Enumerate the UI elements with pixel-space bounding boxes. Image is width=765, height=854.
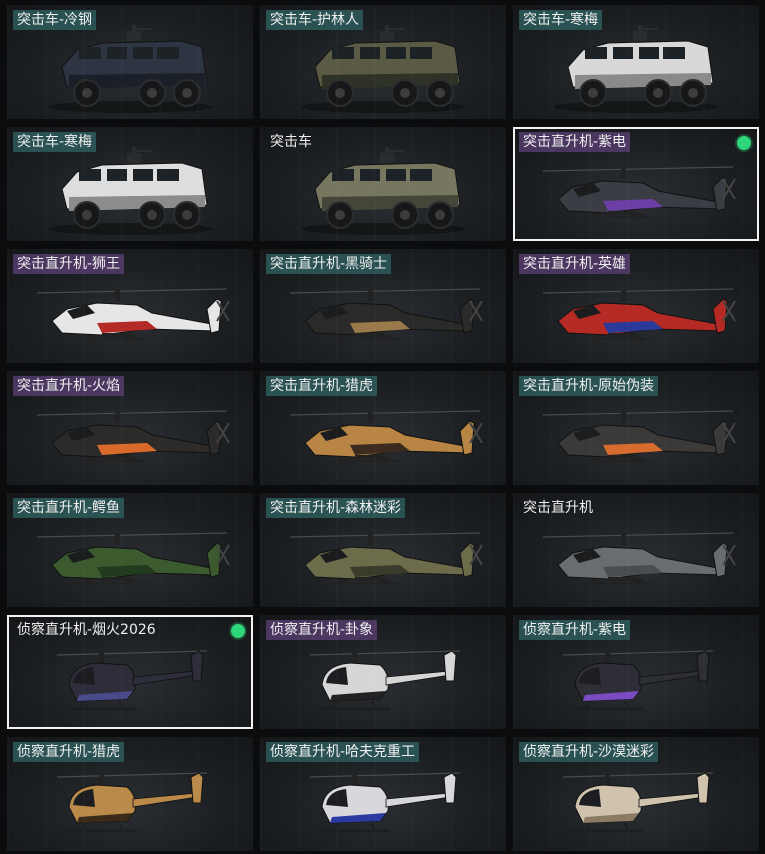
- skin-name-label: 突击车-护林人: [266, 10, 364, 30]
- skin-name-label: 侦察直升机-哈夫克重工: [266, 742, 420, 762]
- equipped-indicator-icon: [737, 136, 751, 150]
- skin-card[interactable]: 突击直升机-英雄: [513, 249, 759, 363]
- skin-name-label: 突击车-冷钢: [13, 10, 97, 30]
- truck-model: [301, 25, 465, 113]
- attack-helicopter-model: [542, 410, 736, 463]
- skin-card[interactable]: 突击直升机-森林迷彩: [260, 493, 506, 607]
- skin-card[interactable]: 突击车-冷钢: [7, 5, 253, 119]
- skin-name-label: 侦察直升机-沙漠迷彩: [519, 742, 659, 762]
- skin-card[interactable]: 突击直升机-原始伪装: [513, 371, 759, 485]
- skin-card[interactable]: 侦察直升机-沙漠迷彩: [513, 737, 759, 851]
- attack-helicopter-model: [289, 410, 483, 463]
- skin-card[interactable]: 突击车-寒梅: [7, 127, 253, 241]
- skin-card[interactable]: 突击直升机-火焰: [7, 371, 253, 485]
- scout-helicopter-model: [56, 772, 208, 833]
- skin-name-label: 侦察直升机-烟火2026: [17, 622, 156, 638]
- skin-card[interactable]: 突击车-寒梅: [513, 5, 759, 119]
- skin-name-label: 侦察直升机-猎虎: [13, 742, 125, 762]
- skin-name-label: 侦察直升机-卦象: [266, 620, 378, 640]
- skin-name-label: 突击直升机-狮王: [13, 254, 125, 274]
- skin-card[interactable]: 突击车: [260, 127, 506, 241]
- scout-helicopter-model: [309, 650, 461, 711]
- scout-helicopter-model: [562, 650, 714, 711]
- skin-name-label: 突击直升机-原始伪装: [519, 376, 659, 396]
- skin-name-label: 突击直升机-鳄鱼: [13, 498, 125, 518]
- attack-helicopter-model: [542, 288, 736, 341]
- skin-card[interactable]: 突击直升机-黑骑士: [260, 249, 506, 363]
- skin-card[interactable]: 突击直升机-猎虎: [260, 371, 506, 485]
- skin-name-label: 突击直升机-森林迷彩: [266, 498, 406, 518]
- truck-model: [554, 25, 718, 113]
- skin-card[interactable]: 突击直升机: [513, 493, 759, 607]
- attack-helicopter-model: [289, 288, 483, 341]
- skin-name-label: 突击直升机-火焰: [13, 376, 125, 396]
- skin-card[interactable]: 突击直升机-紫电: [513, 127, 759, 241]
- truck-model: [48, 25, 212, 113]
- skin-grid: 突击车-冷钢 突击车-护林人 突击车-寒梅 突击车-寒梅 突击车 突击直升机-紫电 突击直升…: [0, 0, 765, 854]
- attack-helicopter-model: [542, 532, 736, 585]
- skin-name-label: 突击直升机-英雄: [519, 254, 631, 274]
- skin-name-label: 突击车: [270, 134, 312, 150]
- attack-helicopter-model: [36, 288, 230, 341]
- skin-card[interactable]: 突击直升机-狮王: [7, 249, 253, 363]
- scout-helicopter-model: [309, 772, 461, 833]
- skin-name-label: 突击车-寒梅: [13, 132, 97, 152]
- skin-card[interactable]: 侦察直升机-哈夫克重工: [260, 737, 506, 851]
- skin-card[interactable]: 突击直升机-鳄鱼: [7, 493, 253, 607]
- skin-name-label: 突击直升机-猎虎: [266, 376, 378, 396]
- attack-helicopter-model: [542, 166, 736, 219]
- attack-helicopter-model: [36, 410, 230, 463]
- scout-helicopter-model: [56, 650, 208, 711]
- equipped-indicator-icon: [231, 624, 245, 638]
- truck-model: [301, 147, 465, 235]
- skin-name-label: 突击直升机: [523, 500, 593, 516]
- skin-card[interactable]: 侦察直升机-卦象: [260, 615, 506, 729]
- skin-name-label: 突击车-寒梅: [519, 10, 603, 30]
- skin-card[interactable]: 侦察直升机-猎虎: [7, 737, 253, 851]
- skin-card[interactable]: 突击车-护林人: [260, 5, 506, 119]
- skin-name-label: 突击直升机-黑骑士: [266, 254, 392, 274]
- skin-card[interactable]: 侦察直升机-烟火2026: [7, 615, 253, 729]
- skin-card[interactable]: 侦察直升机-紫电: [513, 615, 759, 729]
- scout-helicopter-model: [562, 772, 714, 833]
- attack-helicopter-model: [289, 532, 483, 585]
- skin-name-label: 突击直升机-紫电: [519, 132, 631, 152]
- attack-helicopter-model: [36, 532, 230, 585]
- skin-name-label: 侦察直升机-紫电: [519, 620, 631, 640]
- truck-model: [48, 147, 212, 235]
